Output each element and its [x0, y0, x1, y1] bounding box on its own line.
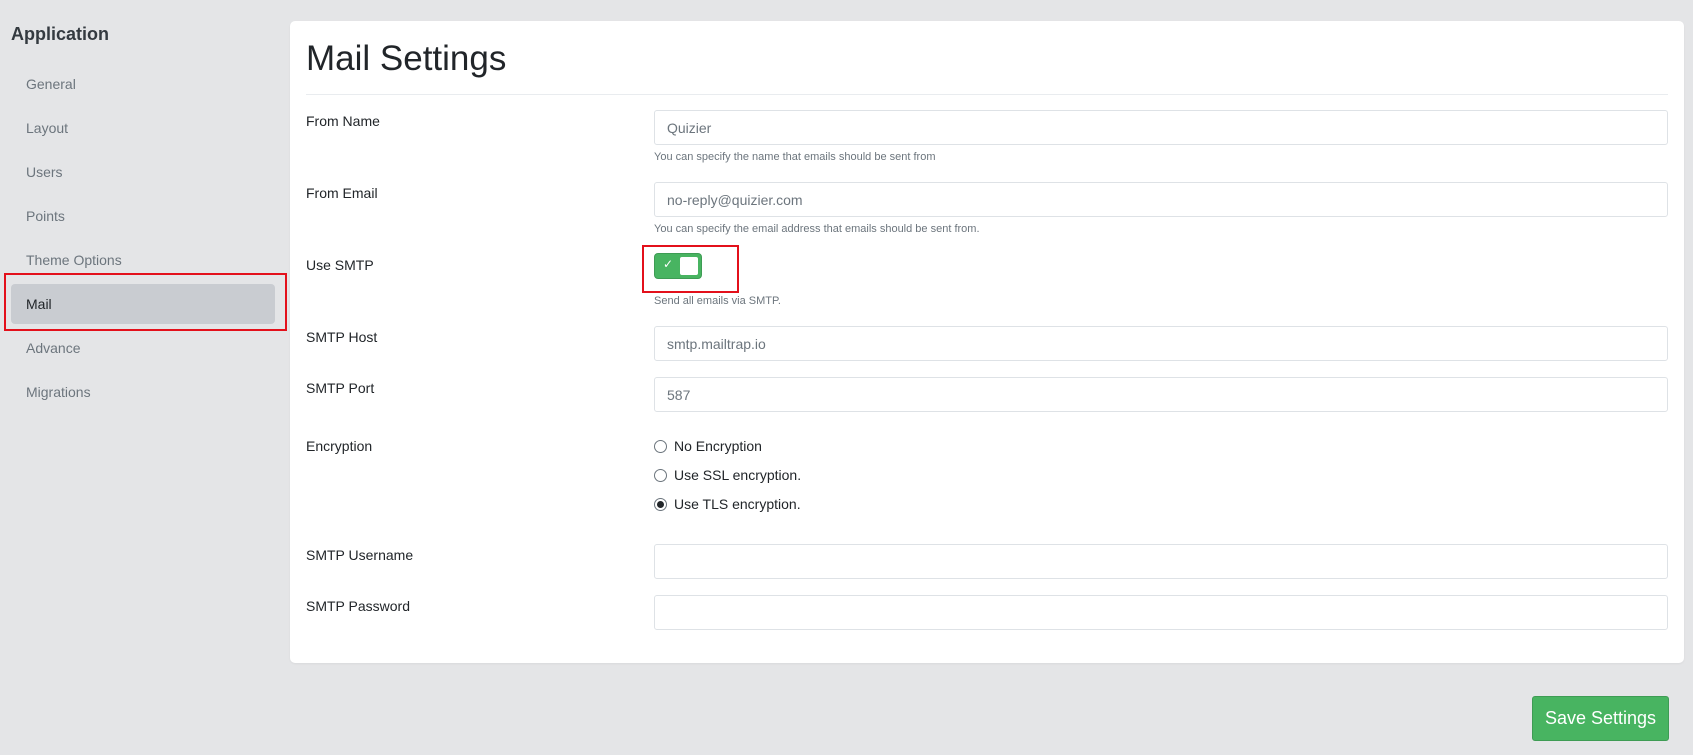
from-email-label: From Email — [306, 185, 378, 201]
mail-settings-card: Mail Settings From Name You can specify … — [290, 21, 1684, 663]
radio-ssl-encryption[interactable]: Use SSL encryption. — [654, 466, 801, 484]
from-name-label: From Name — [306, 113, 380, 129]
use-smtp-help: Send all emails via SMTP. — [654, 295, 781, 307]
smtp-password-input[interactable] — [654, 595, 1668, 630]
smtp-port-input[interactable] — [654, 377, 1668, 412]
from-name-input[interactable] — [654, 110, 1668, 145]
from-email-help: You can specify the email address that e… — [654, 223, 980, 235]
smtp-port-label: SMTP Port — [306, 380, 375, 396]
radio-circle[interactable] — [654, 439, 667, 453]
sidebar-item-theme-options[interactable]: Theme Options — [11, 240, 275, 280]
smtp-username-input[interactable] — [654, 544, 1668, 579]
sidebar-item-migrations[interactable]: Migrations — [11, 372, 275, 412]
sidebar-title: Application — [11, 24, 109, 44]
page-title: Mail Settings — [306, 39, 507, 78]
from-name-help: You can specify the name that emails sho… — [654, 151, 936, 163]
sidebar-item-users[interactable]: Users — [11, 152, 275, 192]
encryption-label: Encryption — [306, 438, 373, 454]
sidebar: Application General Layout Users Points … — [0, 0, 290, 755]
sidebar-item-layout[interactable]: Layout — [11, 108, 275, 148]
check-icon: ✓ — [663, 257, 674, 271]
title-divider — [306, 94, 1668, 95]
radio-label: No Encryption — [674, 438, 762, 454]
radio-tls-encryption[interactable]: Use TLS encryption. — [654, 495, 801, 513]
smtp-host-input[interactable] — [654, 326, 1668, 361]
use-smtp-toggle[interactable]: ✓ — [654, 253, 702, 279]
save-settings-button[interactable]: Save Settings — [1532, 696, 1669, 741]
radio-circle-checked[interactable] — [654, 497, 667, 511]
radio-circle[interactable] — [654, 468, 667, 482]
from-email-input[interactable] — [654, 182, 1668, 217]
use-smtp-label: Use SMTP — [306, 257, 374, 273]
radio-label: Use TLS encryption. — [674, 496, 801, 512]
smtp-host-label: SMTP Host — [306, 329, 378, 345]
toggle-knob — [680, 257, 698, 275]
sidebar-item-points[interactable]: Points — [11, 196, 275, 236]
smtp-password-label: SMTP Password — [306, 598, 410, 614]
radio-no-encryption[interactable]: No Encryption — [654, 437, 762, 455]
sidebar-item-mail[interactable]: Mail — [11, 284, 275, 324]
sidebar-item-advance[interactable]: Advance — [11, 328, 275, 368]
radio-label: Use SSL encryption. — [674, 467, 802, 483]
sidebar-item-general[interactable]: General — [11, 64, 275, 104]
smtp-username-label: SMTP Username — [306, 547, 414, 563]
